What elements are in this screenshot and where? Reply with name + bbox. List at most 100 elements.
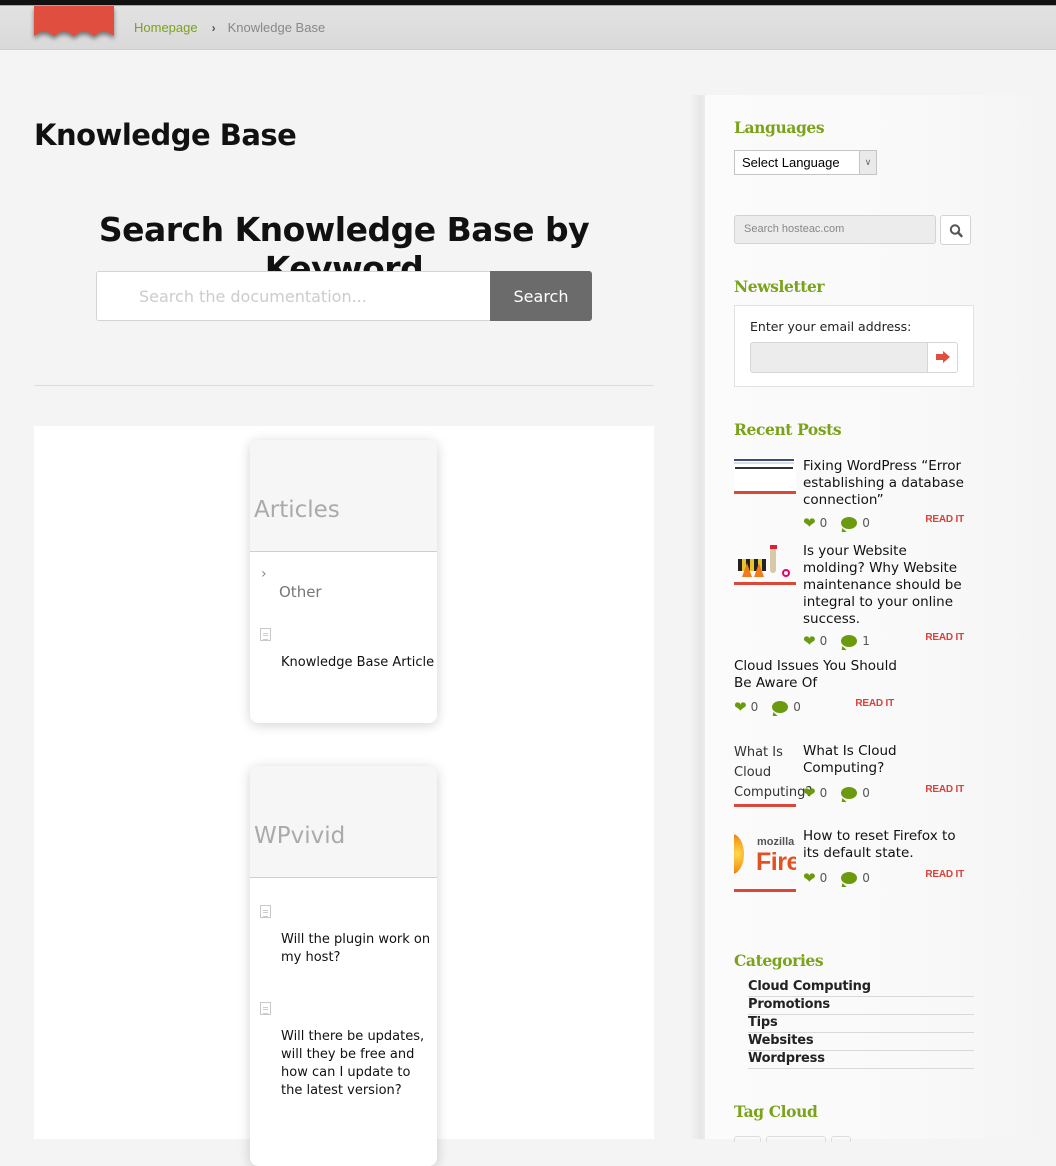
recent-post-item: mozilla Fire How to reset Firefox to its… [734,828,974,898]
kb-category-card-wpvivid: WPvivid Will the plugin work on my host?… [250,766,437,1166]
category-link[interactable]: Promotions [748,997,974,1015]
document-icon [260,905,272,919]
post-title-link[interactable]: Is your Website molding? Why Website mai… [803,543,971,628]
heart-icon[interactable]: ❤ [803,784,816,802]
kb-card-title[interactable]: Articles [254,497,340,523]
kb-search-panel: Search Knowledge Base by Keyword Search [34,162,654,386]
newsletter-email-input[interactable] [750,342,928,373]
chevron-right-icon: › [211,20,216,35]
site-search-input[interactable]: Search hosteac.com [734,215,936,244]
breadcrumb-current: Knowledge Base [227,20,326,35]
language-select[interactable]: Select Language ∨ [734,150,877,175]
like-count: 0 [819,871,828,885]
chevron-right-icon: › [261,566,267,582]
read-it-link[interactable]: READ IT [925,869,964,880]
post-meta: ❤ 0 0 [803,514,870,532]
kb-subcategory-label[interactable]: Other [279,566,437,601]
comment-count: 0 [793,700,801,714]
category-link[interactable]: Tips [748,1015,974,1033]
search-icon [949,224,963,238]
kb-category-card-articles: Articles › Other Knowledge Base Article [250,440,437,723]
kb-search-form: Search [96,271,592,321]
breadcrumb-home-link[interactable]: Homepage [134,20,198,35]
comment-icon[interactable] [841,787,858,799]
comment-count: 1 [862,634,870,648]
kb-article-item[interactable]: Will the plugin work on my host? [250,905,437,967]
document-icon [260,1002,272,1016]
comment-icon[interactable] [841,872,858,884]
comment-icon[interactable] [841,517,858,529]
categories-widget-title: Categories [734,951,824,970]
thumbnail-text: Fire [756,848,796,876]
tag-chip[interactable] [831,1136,851,1142]
category-link[interactable]: Cloud Computing [748,979,974,997]
kb-article-item[interactable]: Knowledge Base Article [250,628,437,672]
post-meta: ❤ 0 0 [803,784,870,802]
comment-count: 0 [862,516,870,530]
heart-icon[interactable]: ❤ [803,514,816,532]
kb-subcategory-item[interactable]: › Other [250,566,437,601]
kb-article-link[interactable]: Knowledge Base Article [281,628,437,672]
logo-ribbon[interactable] [34,6,114,36]
newsletter-widget-title: Newsletter [734,277,825,296]
recent-post-item: Cloud Issues You Should Be Aware Of ❤ 0 0… [734,658,974,718]
post-title-link[interactable]: How to reset Firefox to its default stat… [803,828,971,862]
post-thumbnail[interactable]: mozilla Fire [734,828,796,893]
newsletter-submit-button[interactable] [927,342,958,373]
tag-cloud-widget-title: Tag Cloud [734,1102,818,1121]
comment-count: 0 [862,871,870,885]
kb-card-header: Articles [250,440,437,552]
like-count: 0 [750,700,759,714]
heart-icon[interactable]: ❤ [803,632,816,650]
kb-categories-area: Articles › Other Knowledge Base Article … [34,426,654,1166]
post-thumbnail[interactable] [734,543,796,587]
read-it-link[interactable]: READ IT [925,514,964,525]
kb-card-title[interactable]: WPvivid [254,823,345,849]
site-search-placeholder: Search hosteac.com [744,223,845,235]
category-link[interactable]: Wordpress [748,1051,974,1069]
post-thumbnail[interactable] [734,458,796,494]
comment-count: 0 [862,786,870,800]
site-search-button[interactable] [940,215,971,245]
ribbon-zigzag-icon [34,26,114,36]
kb-search-button[interactable]: Search [490,271,592,321]
recent-posts-widget-title: Recent Posts [734,420,842,439]
comment-icon[interactable] [772,701,789,713]
categories-list: Cloud Computing Promotions Tips Websites… [748,979,974,1069]
post-meta: ❤ 0 1 [803,632,870,650]
breadcrumb: Homepage › Knowledge Base [134,20,325,35]
like-count: 0 [819,634,828,648]
kb-article-link[interactable]: Will the plugin work on my host? [281,905,431,967]
read-it-link[interactable]: READ IT [925,784,964,795]
post-meta: ❤ 0 0 [803,869,870,887]
tag-cloud [734,1136,851,1142]
chevron-down-icon[interactable]: ∨ [859,151,876,174]
recent-post-item: What Is Cloud Computing? What Is Cloud C… [734,743,974,808]
heart-icon[interactable]: ❤ [734,698,747,716]
kb-article-link[interactable]: Will there be updates, will they be free… [281,1002,431,1100]
category-link[interactable]: Websites [748,1033,974,1051]
kb-card-header: WPvivid [250,766,437,878]
kb-search-input[interactable] [96,271,490,321]
tag-chip[interactable] [766,1136,826,1142]
like-count: 0 [819,786,828,800]
kb-article-item[interactable]: Will there be updates, will they be free… [250,1002,437,1100]
post-thumbnail-alt-text[interactable]: What Is Cloud Computing? [734,743,812,803]
tag-chip[interactable] [734,1136,761,1142]
read-it-link[interactable]: READ IT [925,632,964,643]
post-title-link[interactable]: Cloud Issues You Should Be Aware Of [734,658,904,692]
breadcrumb-bar: Homepage › Knowledge Base [0,6,1056,50]
read-it-link[interactable]: READ IT [855,698,894,709]
thumbnail-underline [734,804,796,807]
heart-icon[interactable]: ❤ [803,869,816,887]
like-count: 0 [819,516,828,530]
recent-post-item: Fixing WordPress “Error establishing a d… [734,458,974,538]
post-title-link[interactable]: What Is Cloud Computing? [803,743,971,777]
post-title-link[interactable]: Fixing WordPress “Error establishing a d… [803,458,971,509]
newsletter-label: Enter your email address: [750,319,912,334]
page-title: Knowledge Base [34,118,297,152]
comment-icon[interactable] [841,635,858,647]
post-meta: ❤ 0 0 [734,698,801,716]
languages-widget-title: Languages [734,118,825,137]
newsletter-form: Enter your email address: [734,305,974,387]
